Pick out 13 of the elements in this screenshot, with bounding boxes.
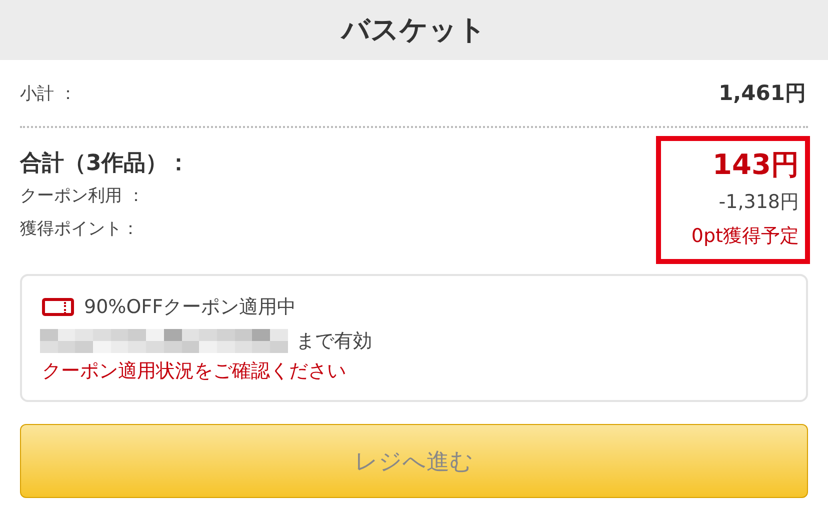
page-title: バスケット	[342, 12, 486, 48]
discount-value: -1,318円	[718, 190, 799, 215]
points-label: 獲得ポイント：	[20, 218, 140, 241]
subtotal-label: 小計 ：	[20, 82, 76, 104]
total-label: 合計（3作品）：	[20, 150, 190, 178]
total-value: 143円	[712, 147, 799, 183]
coupon-title: 90%OFFクーポン適用中	[84, 295, 296, 320]
points-value: 0pt獲得予定	[691, 224, 799, 249]
subtotal-value: 1,461円	[718, 80, 806, 107]
expiry-text: まで有効	[296, 329, 372, 354]
ticket-icon	[42, 298, 74, 316]
coupon-discount-label: クーポン利用 ：	[20, 185, 146, 208]
coupon-notice: クーポン適用状況をご確認ください	[42, 359, 347, 384]
